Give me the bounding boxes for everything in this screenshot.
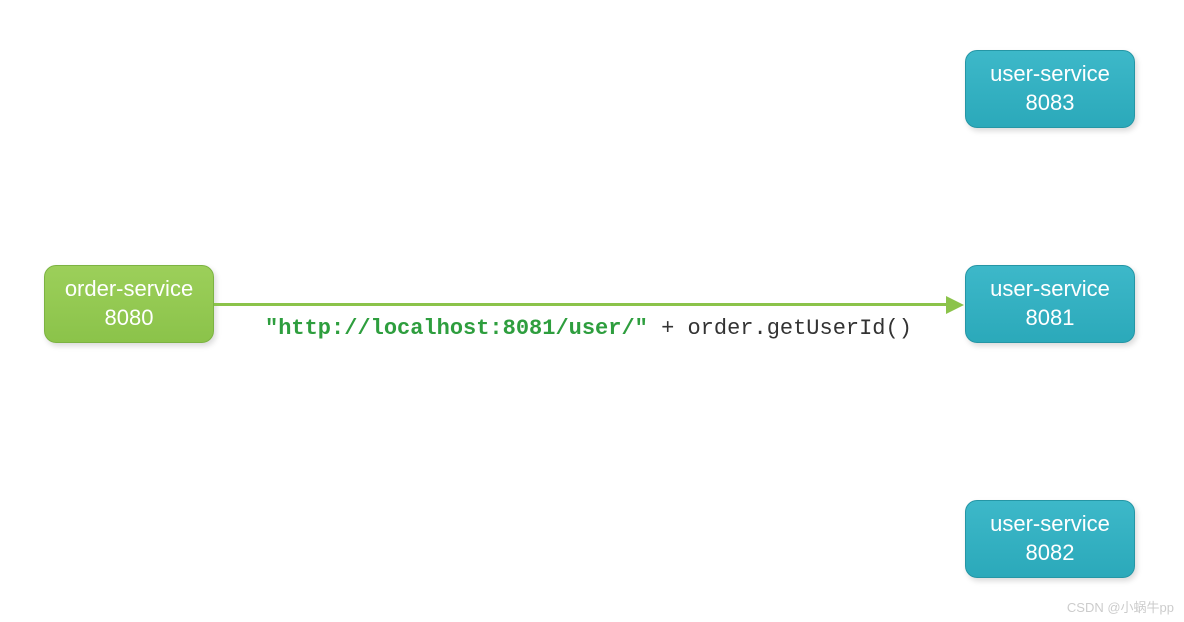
node-title: order-service [65,275,193,304]
user-service-8081-node: user-service 8081 [965,265,1135,343]
user-service-8083-node: user-service 8083 [965,50,1135,128]
node-port: 8081 [1026,304,1075,333]
watermark-text: CSDN @小蜗牛pp [1067,597,1174,616]
user-service-8082-node: user-service 8082 [965,500,1135,578]
order-service-node: order-service 8080 [44,265,214,343]
node-title: user-service [990,60,1110,89]
code-url-text: "http://localhost:8081/user/" [265,316,648,341]
node-port: 8082 [1026,539,1075,568]
arrow-head-icon [946,296,964,314]
arrow-code-label: "http://localhost:8081/user/" + order.ge… [265,316,912,341]
node-port: 8083 [1026,89,1075,118]
node-port: 8080 [105,304,154,333]
node-title: user-service [990,510,1110,539]
node-title: user-service [990,275,1110,304]
arrow-line [214,303,946,306]
code-expr-text: + order.getUserId() [648,316,912,341]
